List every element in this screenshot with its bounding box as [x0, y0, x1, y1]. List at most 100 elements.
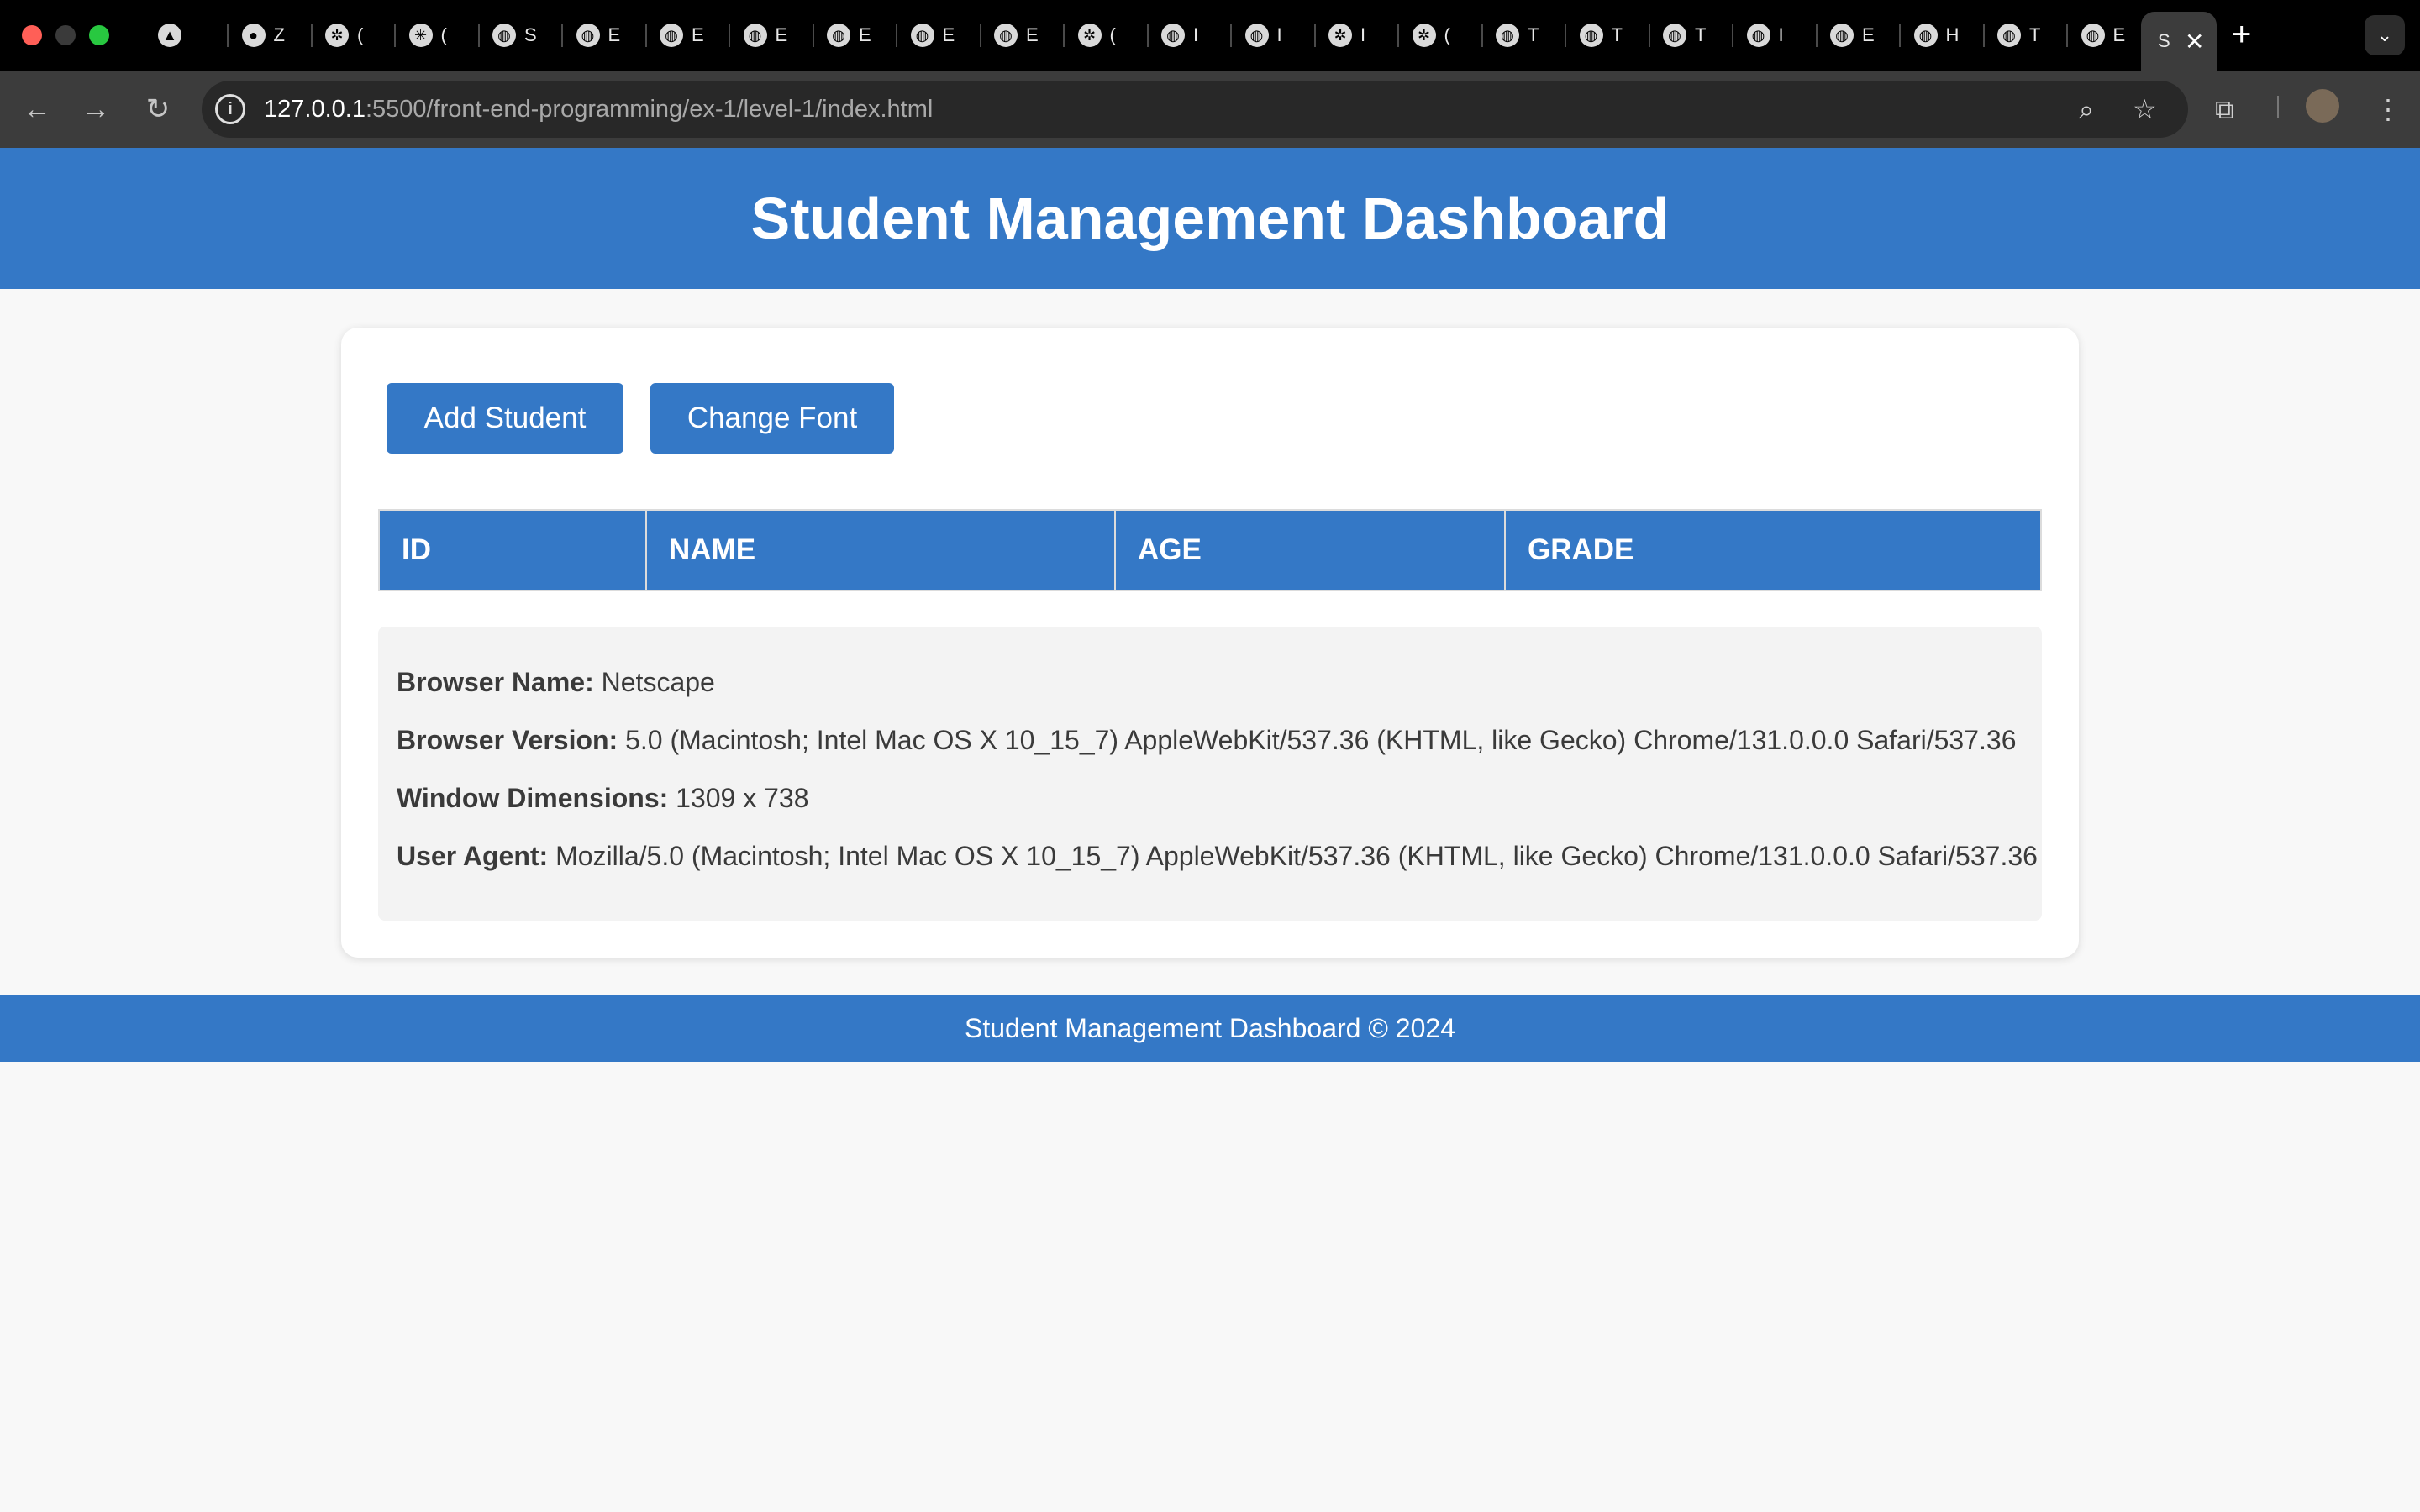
- tab-title: H: [1945, 24, 1958, 45]
- openai-icon: ✲: [1328, 24, 1352, 47]
- tab-search-button[interactable]: ⌄: [2365, 15, 2405, 55]
- browser-tab[interactable]: ◍ E: [2068, 13, 2152, 57]
- site-info-icon[interactable]: i: [215, 94, 245, 124]
- tab-title: E: [1862, 24, 1874, 45]
- github-icon: ●: [241, 24, 266, 47]
- tab-title: E: [1026, 24, 1038, 45]
- profile-avatar[interactable]: [2306, 89, 2339, 123]
- browser-tab[interactable]: ✳(: [396, 13, 480, 57]
- claude-icon: ✳: [408, 24, 433, 47]
- openai-icon: ✲: [1412, 24, 1436, 47]
- add-student-button[interactable]: Add Student: [387, 383, 623, 454]
- url-path: :5500/front-end-programming/ex-1/level-1…: [365, 96, 934, 123]
- browser-info-panel: Browser Name: Netscape Browser Version: …: [378, 627, 2042, 921]
- browser-tab[interactable]: ◍ T: [1482, 13, 1566, 57]
- globe-icon: ◍: [910, 24, 934, 47]
- column-header-id: ID: [378, 509, 647, 591]
- browser-tab[interactable]: ✲(: [312, 13, 396, 57]
- browser-tab[interactable]: ◍ E: [1817, 13, 1901, 57]
- browser-tab[interactable]: ◍ E: [813, 13, 897, 57]
- browser-tab[interactable]: ◍ I: [1232, 13, 1316, 57]
- browser-version-label: Browser Version:: [397, 725, 618, 755]
- active-tab-title: S: [2158, 30, 2170, 51]
- tab-title: Z: [273, 24, 285, 45]
- bookmark-star-icon[interactable]: ☆: [2133, 94, 2157, 124]
- user-agent-line: User Agent: Mozilla/5.0 (Macintosh; Inte…: [397, 841, 2038, 872]
- close-tab-icon[interactable]: ✕: [2185, 28, 2204, 55]
- table-header-row: ID NAME AGE GRADE: [378, 509, 2042, 591]
- browser-tab[interactable]: ◍ I: [1733, 13, 1818, 57]
- globe-icon: ◍: [1997, 24, 2021, 47]
- globe-icon: ◍: [827, 24, 850, 47]
- window-dimensions-line: Window Dimensions: 1309 x 738: [397, 783, 809, 814]
- browser-tab-strip: ▲ ● Z ✲(✳(◍ S ◍ E ◍ E ◍ E ◍ E ◍ E ◍ E ✲(◍ I ◍ I ✲ I ✲(◍ T ◍ T ◍ T ◍ I ◍…: [0, 0, 2420, 71]
- tab-title: E: [775, 24, 787, 45]
- browser-tab[interactable]: ◍ T: [1649, 13, 1733, 57]
- tab-title: E: [608, 24, 620, 45]
- tab-active[interactable]: S ✕: [2141, 12, 2217, 71]
- browser-tab[interactable]: ◍ S: [479, 13, 563, 57]
- browser-name-line: Browser Name: Netscape: [397, 667, 715, 698]
- browser-tab[interactable]: ✲(: [1399, 13, 1483, 57]
- student-table: ID NAME AGE GRADE: [378, 509, 2042, 591]
- extensions-puzzle-icon[interactable]: ⧉: [2215, 87, 2234, 131]
- forward-button[interactable]: →: [76, 89, 116, 129]
- column-header-grade: GRADE: [1504, 509, 2042, 591]
- browser-version-value: 5.0 (Macintosh; Intel Mac OS X 10_15_7) …: [625, 725, 2017, 755]
- user-agent-value: Mozilla/5.0 (Macintosh; Intel Mac OS X 1…: [555, 841, 2038, 871]
- openai-icon: ✲: [325, 24, 349, 47]
- browser-version-line: Browser Version: 5.0 (Macintosh; Intel M…: [397, 725, 2016, 756]
- globe-icon: ◍: [492, 24, 516, 47]
- tab-title: (: [440, 24, 447, 45]
- tab-title: E: [859, 24, 871, 45]
- minimize-window-button[interactable]: [55, 25, 76, 45]
- close-window-button[interactable]: [22, 25, 42, 45]
- globe-icon: ◍: [743, 24, 767, 47]
- browser-toolbar: ← → ↻ i 127.0.0.1:5500/front-end-program…: [0, 71, 2420, 148]
- reload-button[interactable]: ↻: [138, 89, 178, 129]
- user-agent-label: User Agent:: [397, 841, 549, 871]
- tab-title: (: [1444, 24, 1450, 45]
- address-bar[interactable]: i 127.0.0.1:5500/front-end-programming/e…: [202, 81, 2188, 138]
- column-header-age: AGE: [1114, 509, 1506, 591]
- browser-tab[interactable]: ◍ E: [646, 13, 730, 57]
- toolbar-divider: [2277, 96, 2279, 118]
- browser-name-label: Browser Name:: [397, 667, 594, 697]
- browser-tab[interactable]: ◍ T: [1984, 13, 2068, 57]
- globe-icon: ◍: [660, 24, 683, 47]
- page-footer: Student Management Dashboard © 2024: [0, 995, 2420, 1062]
- globe-icon: ◍: [2081, 24, 2105, 47]
- browser-tab[interactable]: ◍ E: [563, 13, 647, 57]
- browser-tab[interactable]: ● Z: [229, 13, 313, 57]
- browser-tab[interactable]: ◍ T: [1566, 13, 1650, 57]
- tab-title: (: [357, 24, 364, 45]
- browser-tab[interactable]: ✲ I: [1315, 13, 1399, 57]
- globe-icon: ◍: [1161, 24, 1185, 47]
- globe-icon: ◍: [994, 24, 1018, 47]
- tab-title: S: [524, 24, 536, 45]
- browser-tab[interactable]: ◍ E: [730, 13, 814, 57]
- tab-title: I: [1360, 24, 1366, 45]
- page-header: Student Management Dashboard: [0, 148, 2420, 289]
- browser-tab[interactable]: ◍ E: [897, 13, 981, 57]
- url-text[interactable]: 127.0.0.1:5500/front-end-programming/ex-…: [264, 96, 933, 123]
- browser-tab[interactable]: ◍ I: [1148, 13, 1232, 57]
- globe-icon: ◍: [1244, 24, 1269, 47]
- tab-title: T: [1695, 24, 1707, 45]
- new-tab-button[interactable]: +: [2232, 15, 2251, 54]
- globe-icon: ◍: [1579, 24, 1603, 47]
- browser-tab[interactable]: ▲: [145, 13, 229, 57]
- browser-name-value: Netscape: [601, 667, 715, 697]
- browser-tab[interactable]: ◍ H: [1901, 13, 1985, 57]
- change-font-button[interactable]: Change Font: [650, 383, 894, 454]
- column-header-name: NAME: [645, 509, 1116, 591]
- browser-tab[interactable]: ◍ E: [981, 13, 1065, 57]
- zoom-icon[interactable]: ⌕: [2079, 94, 2094, 124]
- chrome-menu-icon[interactable]: ⋮: [2375, 87, 2402, 131]
- browser-tab[interactable]: ✲(: [1065, 13, 1149, 57]
- globe-icon: ◍: [1746, 24, 1770, 47]
- page-title: Student Management Dashboard: [750, 186, 1670, 251]
- maximize-window-button[interactable]: [89, 25, 109, 45]
- url-host: 127.0.0.1: [264, 96, 366, 123]
- back-button[interactable]: ←: [17, 89, 57, 129]
